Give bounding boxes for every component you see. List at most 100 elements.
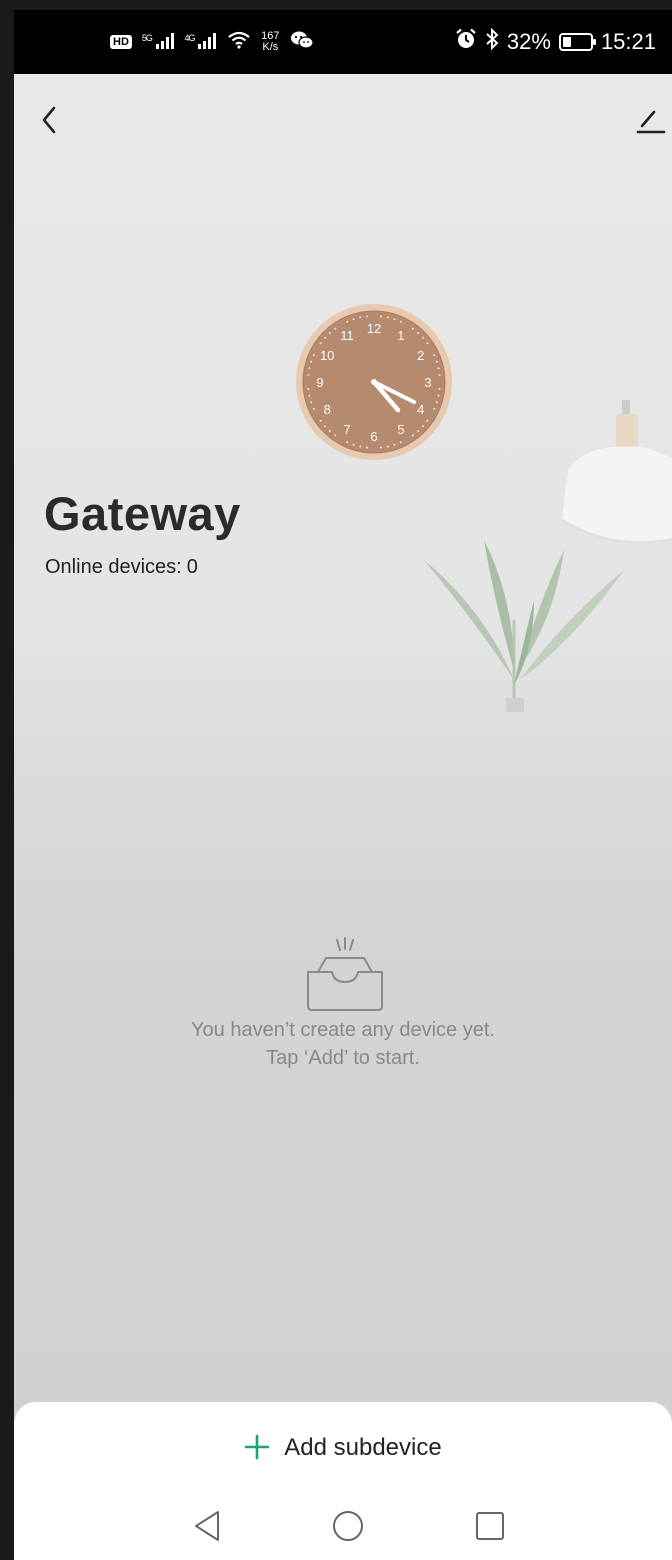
network-speed: 167 K/s [261,31,279,53]
clock-tick [352,318,355,321]
clock-numeral: 9 [316,375,323,390]
clock-tick [310,360,313,363]
wifi-icon [227,31,251,53]
clock-numeral: 12 [367,321,381,336]
clock-tick [426,342,429,345]
network-speed-unit: K/s [262,41,279,53]
clock-tick [399,320,402,323]
back-button[interactable] [36,102,66,138]
battery-fill [562,37,571,47]
battery-percent: 32% [506,29,551,54]
add-subdevice-button[interactable]: Add subdevice [14,1420,672,1476]
clock-tick [334,434,337,437]
signal-5g-icon: 5G [141,32,175,52]
clock-tick [346,441,349,444]
clock-numeral: 1 [397,328,404,343]
clock-tick [324,336,326,339]
clock-numeral: 5 [397,422,404,437]
clock-tick [308,367,311,370]
clock-numeral: 8 [324,402,331,417]
clock-tick [411,434,414,437]
clock-numeral: 10 [320,348,334,363]
system-nav-bar [14,1502,672,1550]
clock-numeral: 4 [417,402,424,417]
clock-numeral: 11 [340,328,354,343]
bottom-sheet: Add subdevice [14,1402,672,1560]
status-bar: HD 5G 4G 167 K/s 32% 15:21 [14,10,672,74]
empty-state-hint: Tap ‘Add’ to start. [266,1047,420,1069]
alarm-icon [455,28,477,56]
status-bar-left: HD 5G 4G 167 K/s [110,10,314,74]
clock-tick [324,425,326,428]
online-devices-label: Online devices: [45,556,182,578]
clock-tick [379,315,382,318]
clock-tick [393,318,396,321]
home-circle-icon [333,1511,363,1541]
clock-tick [310,401,313,404]
signal-5g-label: 5G [141,32,153,43]
clock-numeral: 7 [343,422,350,437]
clock-tick [417,332,420,334]
nav-back-button[interactable] [190,1508,226,1544]
empty-inbox-icon [307,937,383,1011]
clock-tick [433,407,436,410]
clock-tick [386,445,389,448]
recents-square-icon [476,1512,504,1540]
clock-tick [399,441,402,444]
nav-home-button[interactable] [330,1508,366,1544]
clock-tick [411,327,414,330]
clock-tick [366,315,369,318]
clock-tick [438,387,441,390]
bluetooth-icon [485,27,499,56]
clock-tick [307,387,310,390]
clock-time: 15:21 [600,29,656,54]
chevron-left-icon [42,106,56,134]
online-devices-count: 0 [186,556,198,578]
clock-tick [319,419,322,422]
clock-tick [435,360,438,363]
clock-tick [312,407,315,410]
clock-tick [393,443,396,446]
clock-tick [312,354,315,357]
clock-numeral: 2 [417,348,424,363]
clock-tick [386,316,389,319]
online-devices-text: Online devices: 0 [45,556,198,579]
clock-tick [359,445,362,448]
clock-tick [308,394,311,397]
clock-tick [435,401,438,404]
clock-numeral: 3 [424,375,431,390]
clock-tick [433,354,436,357]
signal-4g-label: 4G [184,32,196,43]
wechat-icon [290,30,314,54]
plus-icon [244,1430,270,1466]
clock-tick [379,446,382,449]
battery-icon [558,33,596,51]
page-title: Gateway [44,487,241,540]
clock-tick [417,430,420,432]
wall-clock-image: 12 1234567891011 [296,304,452,460]
clock-tick [422,425,424,428]
add-subdevice-label: Add subdevice [284,1434,442,1461]
clock-tick [334,327,337,330]
clock-tick [437,367,440,370]
clock-numeral: 6 [370,429,377,444]
clock-tick [346,320,349,323]
clock-tick [352,443,355,446]
clock-tick [328,430,331,432]
clock-tick [328,332,331,334]
clock-tick [426,419,429,422]
clock-tick [319,342,322,345]
empty-state-message: You haven’t create any device yet. [191,1019,495,1041]
clock-tick [307,374,310,377]
hd-icon: HD [110,35,132,49]
clock-tick [438,374,441,377]
status-bar-right: 32% 15:21 [455,10,656,74]
clock-tick [366,446,369,449]
pencil-icon [636,110,666,134]
nav-recents-button[interactable] [472,1508,508,1544]
app-screen: HD 5G 4G 167 K/s 32% 15:21 12 1 2 3 4 5 … [14,10,672,1560]
back-triangle-icon [195,1511,219,1541]
signal-4g-icon: 4G [184,32,218,52]
edit-button[interactable] [634,102,668,138]
clock-tick [359,316,362,319]
